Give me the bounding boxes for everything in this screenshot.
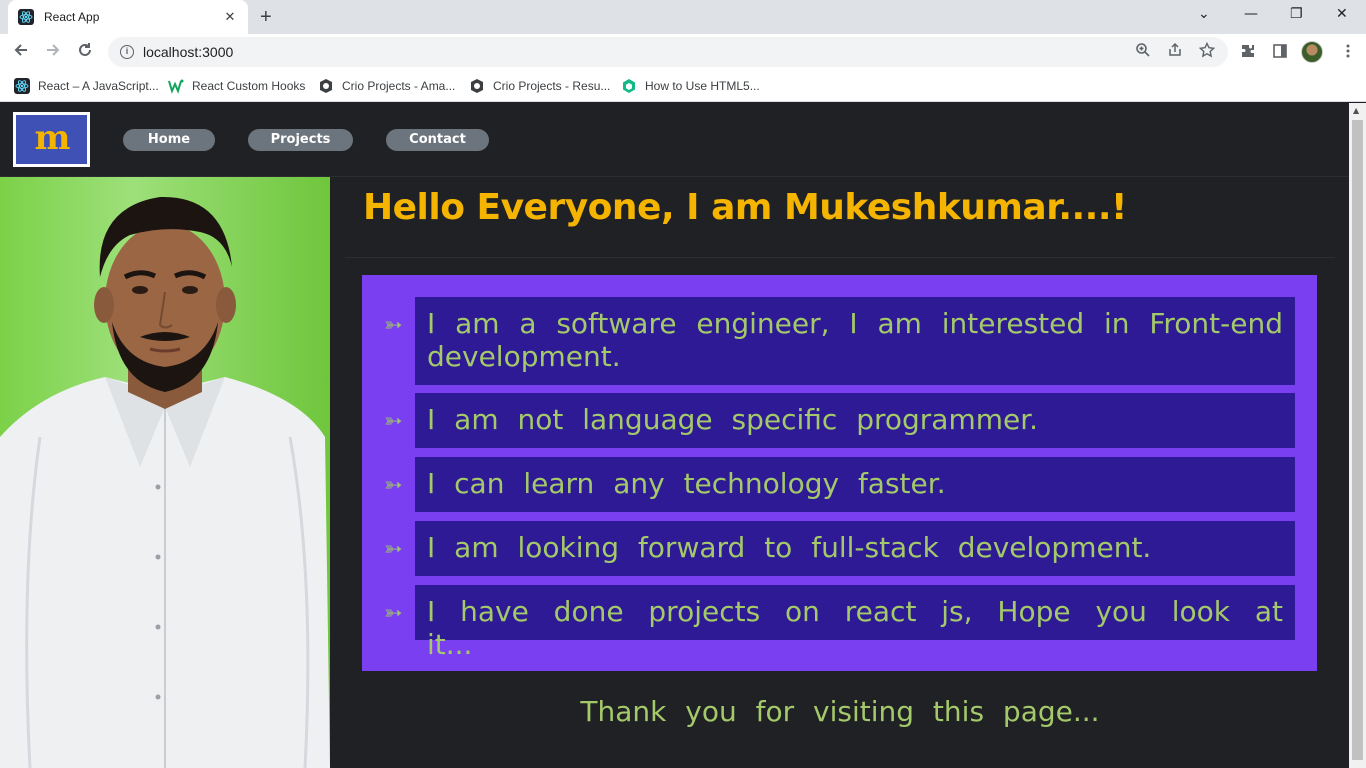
bookmark-label: How to Use HTML5... [645,79,760,93]
menu-dots-icon[interactable] [1340,43,1356,63]
crio-icon [469,78,485,94]
bookmark-label: Crio Projects - Ama... [342,79,456,93]
point-text: I can learn any technology faster. [415,457,1295,512]
nav-contact-button[interactable]: Contact [386,129,489,151]
minimize-button[interactable]: — [1244,6,1258,22]
tab-title: React App [44,10,100,24]
thanks-message: Thank you for visiting this page... [580,695,1100,728]
nav-projects-button[interactable]: Projects [248,129,353,151]
site-navbar: m Home Projects Contact [0,103,1349,177]
reload-icon[interactable] [74,41,96,63]
share-icon[interactable] [1167,42,1183,62]
page-scrollbar[interactable]: ▲ [1349,103,1366,768]
crio-icon [318,78,334,94]
bookmark-label: React – A JavaScript... [38,79,159,93]
bookmarks-bar: React – A JavaScript... React Custom Hoo… [0,70,1366,102]
bookmark-item[interactable]: React – A JavaScript... [14,76,159,96]
new-tab-button[interactable]: + [260,6,272,28]
cube-icon [621,78,637,94]
bookmark-label: Crio Projects - Resu... [493,79,611,93]
address-bar[interactable]: i localhost:3000 [108,37,1228,67]
react-icon [14,78,30,94]
site-logo[interactable]: m [13,112,90,167]
tab-search-icon[interactable]: ⌄ [1198,6,1210,22]
side-panel-icon[interactable] [1272,43,1288,63]
profile-photo [0,177,330,768]
profile-avatar[interactable] [1301,41,1323,63]
arrow-bullet-icon: ➳ [384,313,403,338]
point-text: I am a software engineer, I am intereste… [415,297,1295,385]
restore-button[interactable]: ❐ [1290,6,1303,22]
about-points-panel: ➳ I am a software engineer, I am interes… [362,275,1317,671]
bookmark-label: React Custom Hooks [192,79,306,93]
bookmark-item[interactable]: Crio Projects - Resu... [469,76,610,96]
scrollbar-thumb[interactable] [1352,120,1363,760]
react-icon [18,9,34,25]
forward-icon[interactable] [42,41,64,63]
extensions-icon[interactable] [1240,43,1256,63]
bookmark-item[interactable]: React Custom Hooks [168,76,305,96]
close-window-button[interactable]: ✕ [1336,6,1348,22]
browser-toolbar: i localhost:3000 [0,34,1366,70]
tab-strip: React App ✕ + ⌄ — ❐ ✕ [0,0,1366,34]
bookmark-item[interactable]: How to Use HTML5... [621,76,760,96]
bookmark-item[interactable]: Crio Projects - Ama... [318,76,455,96]
url-text[interactable]: localhost:3000 [143,44,233,60]
logo-mark: m [16,115,87,164]
headline-divider [345,257,1335,258]
arrow-bullet-icon: ➳ [384,473,403,498]
point-text: I am looking forward to full-stack devel… [415,521,1295,576]
point-text: I am not language specific programmer. [415,393,1295,448]
site-info-icon[interactable]: i [120,45,134,59]
point-text: I have done projects on react js, Hope y… [415,585,1295,661]
page-viewport: m Home Projects Contact Hello Everyone, … [0,103,1349,768]
arrow-bullet-icon: ➳ [384,537,403,562]
nav-home-button[interactable]: Home [123,129,215,151]
back-icon[interactable] [10,41,32,63]
page-headline: Hello Everyone, I am Mukeshkumar....! [363,187,1127,228]
w-logo-icon [168,78,184,94]
arrow-bullet-icon: ➳ [384,409,403,434]
browser-tab[interactable]: React App ✕ [8,0,248,34]
bookmark-star-icon[interactable] [1198,41,1216,62]
scroll-up-icon[interactable]: ▲ [1353,106,1359,115]
arrow-bullet-icon: ➳ [384,601,403,626]
zoom-icon[interactable] [1135,42,1151,62]
tab-close-icon[interactable]: ✕ [222,10,238,25]
